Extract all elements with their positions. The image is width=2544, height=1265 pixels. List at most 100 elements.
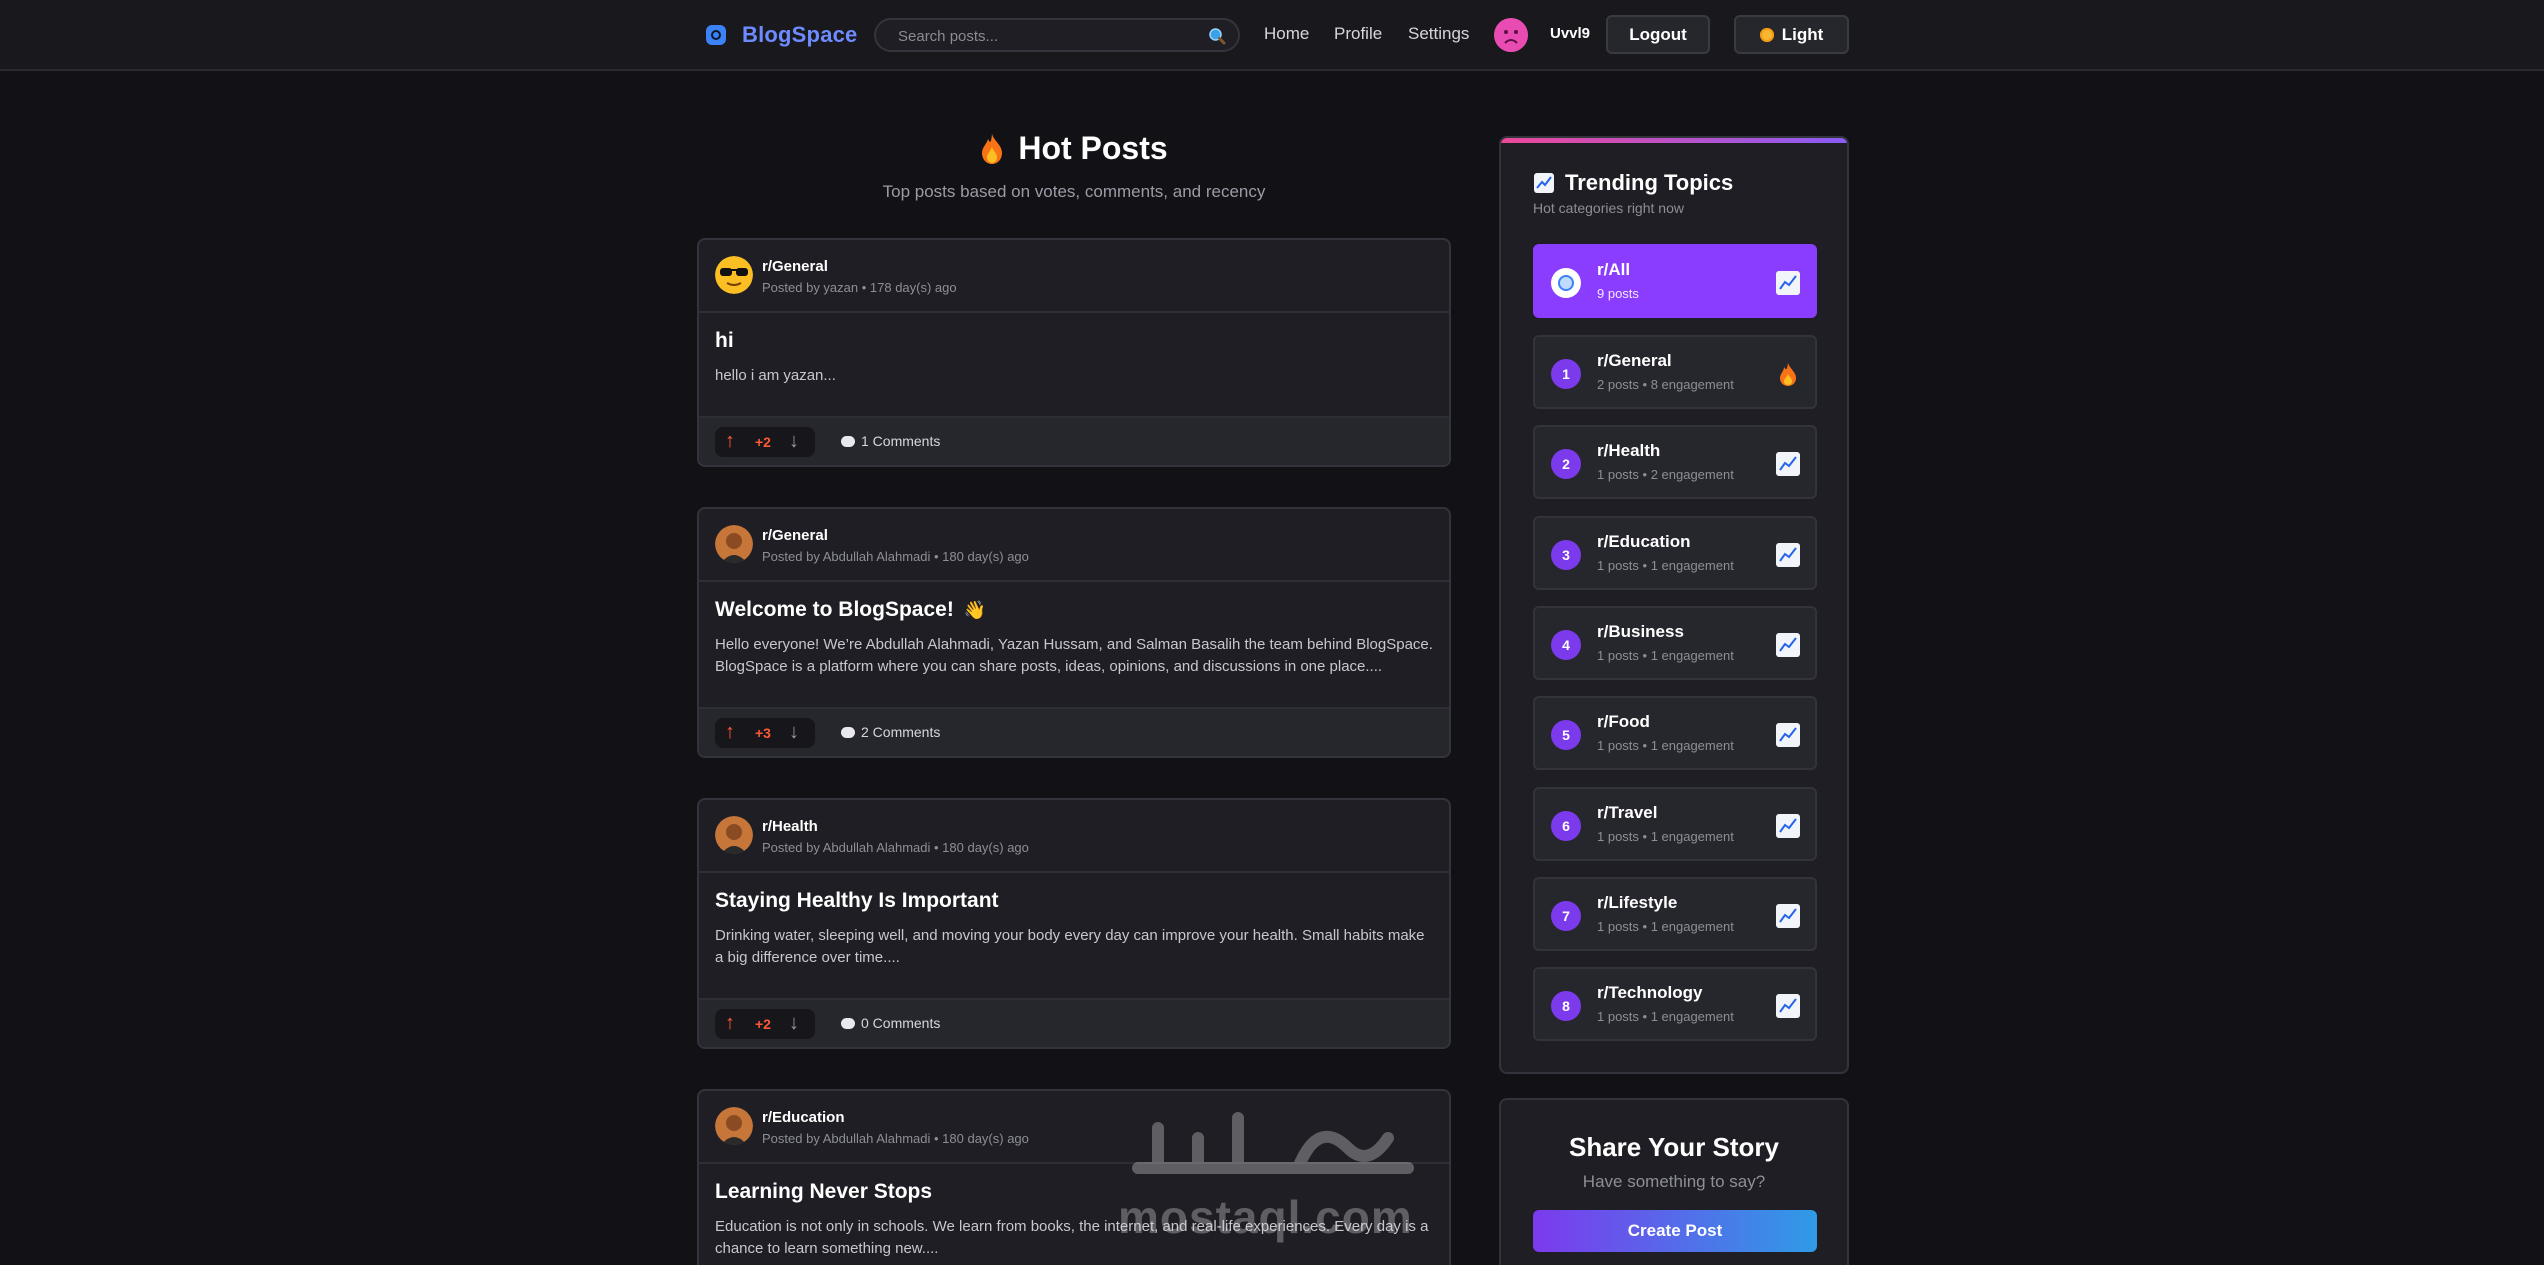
trending-title-text: Trending Topics	[1565, 170, 1734, 195]
vote-count: +2	[755, 1016, 771, 1032]
post-footer: ↑ +3 ↓ 2 Comments	[699, 707, 1449, 756]
post-subreddit[interactable]: r/Education	[762, 1109, 845, 1126]
topic-item-technology[interactable]: 8 r/Technology 1 posts • 1 engagement	[1533, 967, 1817, 1041]
search-input[interactable]	[898, 26, 1198, 46]
nav-home-link[interactable]: Home	[1264, 24, 1309, 44]
topic-name: r/Food	[1597, 712, 1650, 731]
upvote-arrow-icon[interactable]: ↑	[725, 430, 735, 453]
topic-name: r/General	[1597, 351, 1672, 370]
chart-up-icon	[1534, 173, 1554, 193]
topic-item-lifestyle[interactable]: 7 r/Lifestyle 1 posts • 1 engagement	[1533, 877, 1817, 951]
post-title-text: hi	[715, 329, 734, 352]
share-story-panel: Share Your Story Have something to say? …	[1499, 1098, 1849, 1265]
post-meta: Posted by Abdullah Alahmadi • 180 day(s)…	[762, 840, 1029, 855]
nav-profile-link[interactable]: Profile	[1334, 24, 1382, 44]
sun-icon	[1759, 27, 1774, 42]
user-avatar[interactable]	[1494, 18, 1528, 52]
chart-up-icon	[1776, 452, 1800, 476]
create-post-label: Create Post	[1627, 1221, 1723, 1240]
post-title-text: Welcome to BlogSpace!	[715, 598, 954, 621]
theme-toggle-button[interactable]: Light	[1734, 15, 1849, 54]
speech-bubble-icon	[841, 435, 855, 447]
post-title[interactable]: hi	[715, 329, 1433, 353]
topic-rank-badge: 3	[1551, 540, 1581, 570]
share-subtitle: Have something to say?	[1582, 1172, 1766, 1191]
comments-link[interactable]: 2 Comments	[841, 724, 940, 740]
comments-count: 1 Comments	[861, 433, 941, 449]
topic-name: r/Technology	[1597, 983, 1703, 1002]
topic-rank-badge: 2	[1551, 449, 1581, 479]
post-subreddit[interactable]: r/General	[762, 258, 828, 275]
logo[interactable]: BlogSpace	[706, 22, 858, 48]
trending-title: Trending Topics	[1533, 170, 1733, 196]
username[interactable]: Uvvl9	[1550, 25, 1590, 42]
topic-stats: 1 posts • 1 engagement	[1597, 738, 1734, 753]
topic-item-business[interactable]: 4 r/Business 1 posts • 1 engagement	[1533, 606, 1817, 680]
vote-control: ↑ +2 ↓	[715, 1009, 815, 1039]
post-title-text: Learning Never Stops	[715, 1180, 933, 1203]
post-body: Welcome to BlogSpace! 👋 Hello everyone! …	[699, 582, 1449, 678]
flame-icon	[982, 133, 1003, 164]
chart-up-icon	[1776, 994, 1800, 1018]
comments-link[interactable]: 1 Comments	[841, 433, 940, 449]
topic-stats: 1 posts • 1 engagement	[1597, 919, 1734, 934]
search-box	[874, 18, 1240, 52]
logout-button[interactable]: Logout	[1606, 15, 1710, 54]
downvote-arrow-icon[interactable]: ↓	[789, 1012, 799, 1035]
topic-rank-badge: 6	[1551, 811, 1581, 841]
topic-item-all[interactable]: r/All 9 posts	[1533, 244, 1817, 318]
share-title: Share Your Story	[1569, 1132, 1779, 1162]
topic-item-travel[interactable]: 6 r/Travel 1 posts • 1 engagement	[1533, 787, 1817, 861]
topic-item-food[interactable]: 5 r/Food 1 posts • 1 engagement	[1533, 696, 1817, 770]
post-card[interactable]: r/General Posted by Abdullah Alahmadi • …	[697, 507, 1451, 758]
post-card[interactable]: r/General Posted by yazan • 178 day(s) a…	[697, 238, 1451, 467]
post-card[interactable]: r/Health Posted by Abdullah Alahmadi • 1…	[697, 798, 1451, 1049]
comments-link[interactable]: 0 Comments	[841, 1015, 940, 1031]
vote-count: +2	[755, 434, 771, 450]
topic-stats: 1 posts • 1 engagement	[1597, 1009, 1734, 1024]
downvote-arrow-icon[interactable]: ↓	[789, 721, 799, 744]
profile-photo-avatar	[715, 525, 753, 563]
upvote-arrow-icon[interactable]: ↑	[725, 721, 735, 744]
post-excerpt: Drinking water, sleeping well, and movin…	[715, 927, 1425, 966]
watermark-text: mostaql.com	[1118, 1191, 1413, 1243]
logo-icon	[706, 25, 726, 45]
post-title[interactable]: Staying Healthy Is Important	[715, 889, 1433, 913]
watermark: mostaql.com	[1118, 1098, 1428, 1243]
post-subreddit[interactable]: r/General	[762, 527, 828, 544]
globe-icon	[1558, 275, 1574, 291]
post-body: hi hello i am yazan...	[699, 313, 1449, 387]
post-subreddit[interactable]: r/Health	[762, 818, 818, 835]
chart-up-icon	[1776, 814, 1800, 838]
post-title[interactable]: Welcome to BlogSpace! 👋	[715, 598, 1433, 622]
topic-name: r/Education	[1597, 532, 1691, 551]
profile-photo-avatar	[715, 816, 753, 854]
topic-item-education[interactable]: 3 r/Education 1 posts • 1 engagement	[1533, 516, 1817, 590]
flame-icon	[1780, 363, 1796, 386]
downvote-arrow-icon[interactable]: ↓	[789, 430, 799, 453]
topic-name: r/All	[1597, 260, 1631, 279]
sunglasses-emoji-avatar	[715, 256, 753, 294]
speech-bubble-icon	[841, 1017, 855, 1029]
topic-stats: 2 posts • 8 engagement	[1597, 377, 1734, 392]
vote-control: ↑ +2 ↓	[715, 427, 815, 457]
speech-bubble-icon	[841, 726, 855, 738]
topic-stats: 1 posts • 1 engagement	[1597, 829, 1734, 844]
topic-item-general[interactable]: 1 r/General 2 posts • 8 engagement	[1533, 335, 1817, 409]
chart-up-icon	[1776, 904, 1800, 928]
comments-count: 0 Comments	[861, 1015, 941, 1031]
upvote-arrow-icon[interactable]: ↑	[725, 1012, 735, 1035]
search-icon[interactable]	[1208, 27, 1226, 45]
nav-settings-link[interactable]: Settings	[1408, 24, 1469, 44]
chart-up-icon	[1776, 633, 1800, 657]
create-post-button[interactable]: Create Post	[1533, 1210, 1817, 1252]
profile-photo-avatar	[715, 1107, 753, 1145]
theme-label: Light	[1781, 24, 1824, 44]
topic-item-health[interactable]: 2 r/Health 1 posts • 2 engagement	[1533, 425, 1817, 499]
logo-text: BlogSpace	[742, 22, 858, 47]
topic-name: r/Travel	[1597, 803, 1658, 822]
post-header: r/General Posted by yazan • 178 day(s) a…	[699, 240, 1449, 313]
chart-up-icon	[1776, 543, 1800, 567]
post-excerpt: Hello everyone! We’re Abdullah Alahmadi,…	[715, 636, 1433, 675]
vote-count: +3	[755, 725, 771, 741]
